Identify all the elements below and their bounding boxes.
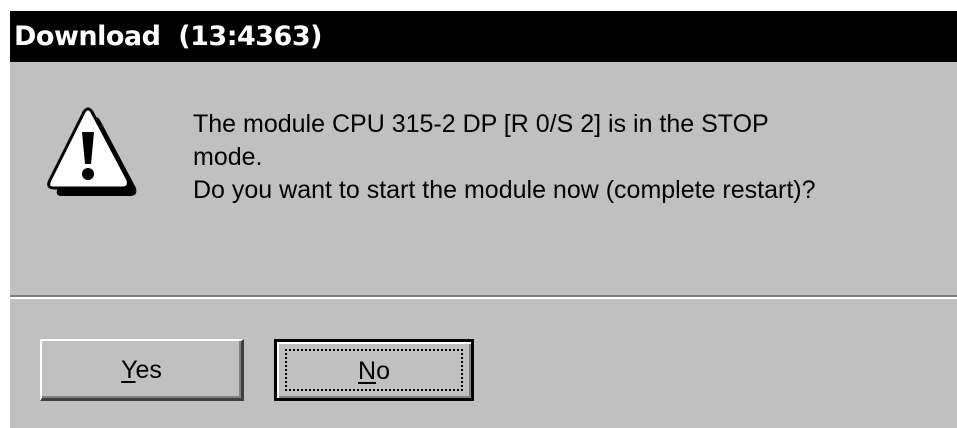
message-line: Do you want to start the module now (com… bbox=[193, 176, 816, 204]
download-dialog: Download (13:4363) The module CPU 315-2 … bbox=[8, 9, 957, 428]
message-line: mode. bbox=[193, 143, 263, 171]
message-line: The module CPU 315-2 DP [R 0/S 2] is in … bbox=[193, 110, 769, 138]
yes-mnemonic: Y bbox=[121, 356, 136, 384]
no-button[interactable]: No bbox=[274, 339, 474, 401]
no-label-rest: o bbox=[376, 357, 390, 385]
yes-button-label: Yes bbox=[121, 341, 162, 399]
separator bbox=[10, 295, 957, 299]
warning-icon bbox=[40, 104, 138, 202]
no-button-label: No bbox=[358, 342, 390, 400]
dialog-title[interactable]: Download (13:4363) bbox=[10, 11, 957, 62]
yes-label-rest: es bbox=[135, 356, 162, 384]
yes-button[interactable]: Yes bbox=[40, 339, 244, 401]
no-mnemonic: N bbox=[358, 357, 377, 385]
dialog-message: The module CPU 315-2 DP [R 0/S 2] is in … bbox=[193, 108, 933, 207]
